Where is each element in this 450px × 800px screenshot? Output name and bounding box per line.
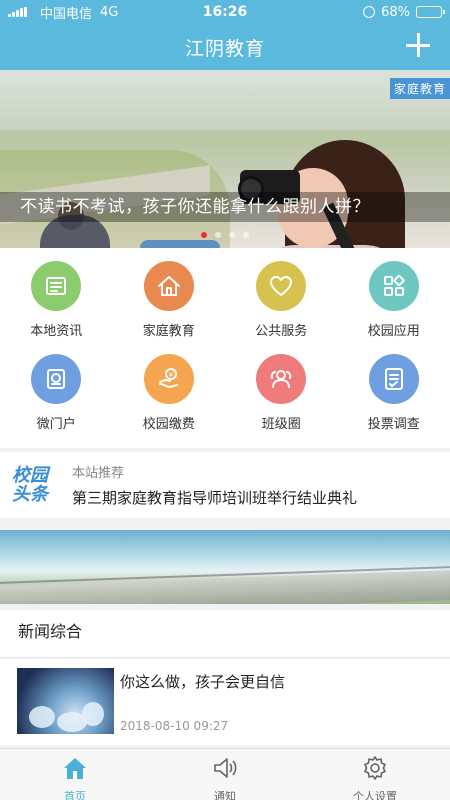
newspaper-icon bbox=[31, 261, 82, 311]
payment-icon: ¥ bbox=[143, 354, 194, 404]
carousel-dot[interactable] bbox=[243, 232, 249, 238]
promo-image[interactable] bbox=[0, 530, 450, 604]
menu-item[interactable]: 微门户 bbox=[0, 354, 113, 444]
battery-icon bbox=[416, 6, 445, 18]
tab-label: 通知 bbox=[214, 790, 236, 800]
menu-item[interactable]: 公共服务 bbox=[225, 261, 338, 354]
menu-item[interactable]: 投票调查 bbox=[338, 354, 450, 444]
banner-tent bbox=[140, 240, 220, 248]
thumb-flower bbox=[29, 706, 55, 728]
carousel-dot[interactable] bbox=[215, 232, 221, 238]
tab-home[interactable]: 首页 bbox=[0, 749, 150, 800]
apps-icon bbox=[368, 261, 419, 311]
status-bar: 中国电信 4G 16:26 68% bbox=[0, 0, 450, 24]
network-label: 4G bbox=[100, 4, 119, 20]
house-icon bbox=[143, 261, 194, 311]
menu-item[interactable]: 本地资讯 bbox=[0, 261, 113, 354]
headline-subtitle: 本站推荐 bbox=[72, 466, 125, 481]
menu-item-label: 本地资讯 bbox=[30, 324, 83, 339]
svg-text:¥: ¥ bbox=[169, 371, 174, 379]
menu-item-label: 投票调查 bbox=[367, 417, 420, 432]
menu-item-label: 校园应用 bbox=[367, 324, 420, 339]
banner-caption[interactable]: 不读书不考试，孩子你还能拿什么跟别人拼？ bbox=[0, 192, 450, 222]
tab-bar: 首页 通知 个人设置 bbox=[0, 748, 450, 800]
home-icon bbox=[61, 754, 89, 786]
menu-item-label: 公共服务 bbox=[255, 324, 308, 339]
class-circle-icon bbox=[256, 354, 307, 404]
heart-icon bbox=[256, 261, 307, 311]
vote-icon bbox=[368, 354, 419, 404]
campus-headline-logo: 校园 头条 bbox=[0, 466, 60, 504]
news-list-item[interactable]: 你这么做，孩子会更自信 2018-08-10 09:27 bbox=[0, 659, 450, 745]
banner-tag: 家庭教育 bbox=[389, 78, 450, 99]
alarm-icon bbox=[363, 6, 376, 18]
menu-grid: 本地资讯 家庭教育 公共服务 校园应用微门户 ¥ 校园缴费 班级圈 投票调查 bbox=[0, 248, 450, 444]
banner-sky bbox=[0, 70, 450, 130]
banner-carousel[interactable]: 家庭教育 不读书不考试，孩子你还能拿什么跟别人拼？ bbox=[0, 70, 450, 248]
menu-item[interactable]: 家庭教育 bbox=[113, 261, 226, 354]
nav-bar: 江阴教育 bbox=[0, 24, 450, 70]
signal-icon bbox=[8, 7, 27, 17]
battery-percent: 68% bbox=[381, 4, 410, 20]
carousel-dot[interactable] bbox=[201, 232, 207, 238]
top-bar: 中国电信 4G 16:26 68% 江阴教育 bbox=[0, 0, 450, 70]
carousel-dot[interactable] bbox=[229, 232, 235, 238]
carousel-dots bbox=[0, 232, 450, 238]
plus-icon[interactable] bbox=[406, 33, 430, 57]
carrier-label: 中国电信 bbox=[40, 6, 93, 22]
page-title: 江阴教育 bbox=[184, 37, 265, 60]
news-thumbnail bbox=[17, 668, 114, 734]
news-section-title: 新闻综合 bbox=[0, 610, 450, 658]
function-menu: 本地资讯 家庭教育 公共服务 校园应用微门户 ¥ 校园缴费 班级圈 投票调查 bbox=[0, 248, 450, 448]
tab-label: 个人设置 bbox=[353, 790, 397, 800]
menu-item[interactable]: ¥ 校园缴费 bbox=[113, 354, 226, 444]
menu-item[interactable]: 校园应用 bbox=[338, 261, 450, 354]
status-right: 68% bbox=[363, 4, 445, 20]
tab-label: 首页 bbox=[64, 790, 86, 800]
news-title[interactable]: 你这么做，孩子会更自信 bbox=[120, 671, 285, 692]
tab-settings[interactable]: 个人设置 bbox=[300, 749, 450, 800]
tab-speaker[interactable]: 通知 bbox=[150, 749, 300, 800]
menu-item-label: 家庭教育 bbox=[142, 324, 195, 339]
portal-icon bbox=[31, 354, 82, 404]
speaker-icon bbox=[211, 754, 239, 786]
menu-item-label: 微门户 bbox=[36, 417, 76, 432]
logo-line-2: 头条 bbox=[12, 484, 48, 505]
status-left: 中国电信 4G bbox=[8, 3, 118, 22]
headline-title[interactable]: 第三期家庭教育指导师培训班举行结业典礼 bbox=[72, 487, 357, 508]
campus-headline[interactable]: 校园 头条 本站推荐 第三期家庭教育指导师培训班举行结业典礼 bbox=[0, 452, 450, 518]
news-date: 2018-08-10 09:27 bbox=[120, 719, 229, 733]
headline-text: 本站推荐 第三期家庭教育指导师培训班举行结业典礼 bbox=[60, 462, 357, 508]
menu-item-label: 校园缴费 bbox=[142, 417, 195, 432]
thumb-flower bbox=[82, 702, 104, 726]
settings-icon bbox=[361, 754, 389, 786]
menu-item[interactable]: 班级圈 bbox=[225, 354, 338, 444]
logo-line-1: 校园 bbox=[12, 465, 48, 486]
menu-item-label: 班级圈 bbox=[261, 417, 301, 432]
